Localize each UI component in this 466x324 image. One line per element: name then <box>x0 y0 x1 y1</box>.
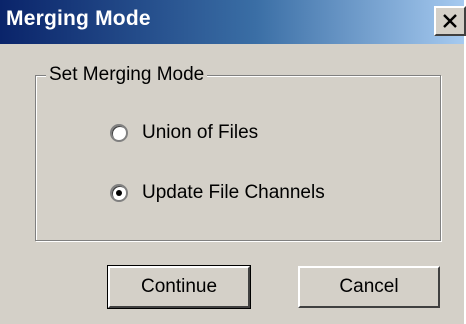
radio-update-file-channels[interactable]: Update File Channels <box>110 180 325 206</box>
merging-mode-dialog: Merging Mode Set Merging Mode Union of F… <box>0 0 466 324</box>
close-button[interactable] <box>434 6 466 36</box>
radio-button-icon[interactable] <box>110 124 128 142</box>
radio-button-selected-icon[interactable] <box>110 184 128 202</box>
radio-dot-icon <box>116 190 122 196</box>
continue-button[interactable]: Continue <box>107 265 251 309</box>
radio-label-union: Union of Files <box>142 122 259 143</box>
groupbox-label: Set Merging Mode <box>46 64 208 86</box>
window-title: Merging Mode <box>6 7 151 30</box>
title-bar[interactable]: Merging Mode <box>0 0 466 44</box>
merging-mode-groupbox <box>35 75 441 241</box>
close-icon <box>443 14 457 28</box>
radio-union-of-files[interactable]: Union of Files <box>110 120 258 146</box>
cancel-button[interactable]: Cancel <box>298 266 440 308</box>
radio-label-update: Update File Channels <box>142 182 325 203</box>
